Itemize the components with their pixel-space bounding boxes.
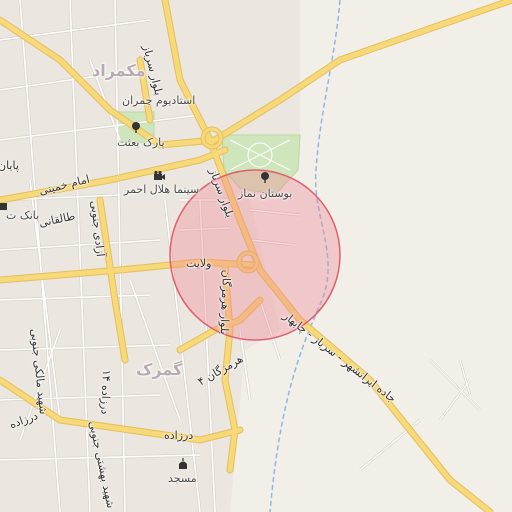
label-bank: بانک ت	[6, 209, 40, 222]
cinema-icon	[154, 170, 165, 180]
road-label-darzadeh-14: درزاده ۱۴	[98, 369, 113, 415]
tree-icon	[261, 172, 269, 183]
map-canvas[interactable]: مکمراد گمرک استادیوم چمران پارک بعثت بوس…	[0, 0, 512, 512]
mosque-icon	[179, 458, 187, 469]
road-label-velayat: ولایت	[186, 257, 212, 270]
road-label-edge: پایان	[0, 159, 19, 172]
tree-icon	[132, 122, 140, 133]
district-label-south: گمرک	[136, 360, 183, 379]
label-stadium: استادیوم چمران	[122, 94, 196, 107]
label-cinema: سینما هلال احمر	[124, 183, 200, 196]
label-mosque: مسجد	[168, 472, 197, 485]
label-namaz-park: بوستان نماز	[238, 187, 293, 200]
district-label-north: مکمراد	[92, 61, 146, 80]
map-base	[0, 0, 512, 512]
road-label-darzadeh: درزاده	[164, 429, 194, 442]
road-label-hormozgan-blvd: بلوار هرمزگان	[217, 269, 233, 335]
label-park-behesht: پارک بعثت	[117, 136, 165, 149]
